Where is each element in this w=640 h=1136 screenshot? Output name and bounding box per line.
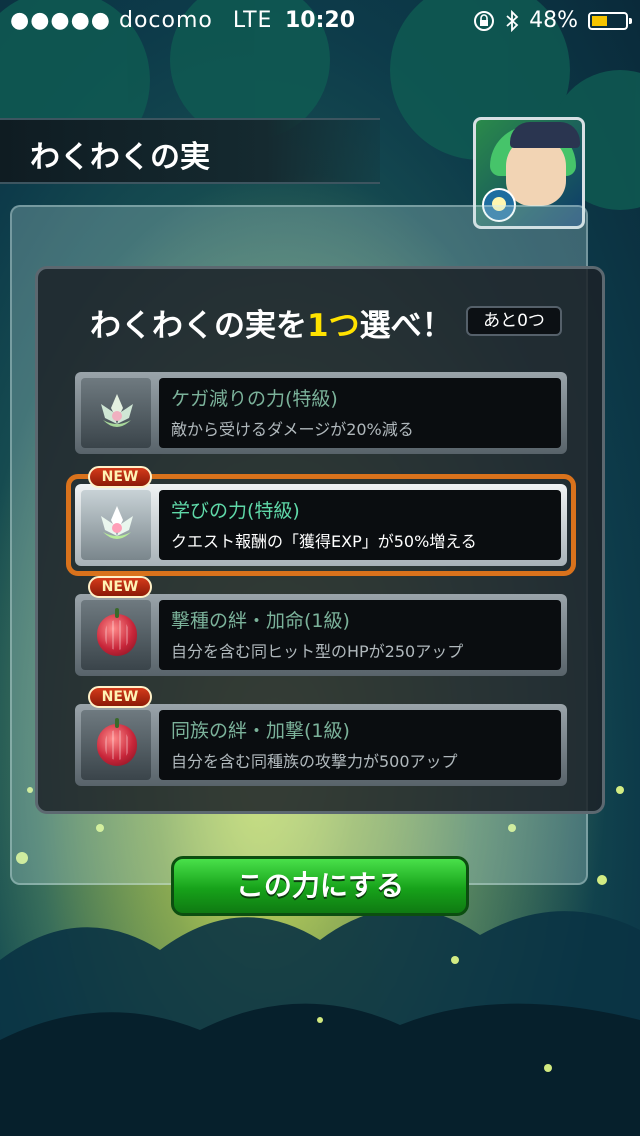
option-icon-frame — [81, 490, 151, 560]
screen-title-banner: わくわくの実 — [0, 118, 380, 184]
option-title: 撃種の絆・加命(1級) — [171, 610, 350, 632]
red-fruit-icon — [97, 718, 137, 766]
status-icons: 48% — [473, 8, 632, 33]
remaining-count-badge: あと0つ — [466, 306, 562, 336]
lotus-fruit-icon — [101, 394, 133, 427]
prompt-suffix: 選べ！ — [359, 308, 453, 344]
option-icon-frame — [81, 378, 151, 448]
option-text-box: 撃種の絆・加命(1級) 自分を含む同ヒット型のHPが250アップ — [159, 600, 561, 670]
option-item-exp-boost[interactable]: 学びの力(特級) クエスト報酬の「獲得EXP」が50%増える — [75, 484, 567, 566]
status-bar: ●●●●● docomo LTE 10:20 48% — [0, 0, 640, 40]
confirm-button[interactable]: この力にする — [171, 856, 469, 916]
screen-title: わくわくの実 — [30, 140, 210, 175]
option-text-box: 学びの力(特級) クエスト報酬の「獲得EXP」が50%増える — [159, 490, 561, 560]
option-title: 同族の絆・加撃(1級) — [171, 720, 350, 742]
option-description: 自分を含む同ヒット型のHPが250アップ — [171, 642, 464, 661]
new-badge: NEW — [88, 466, 152, 488]
battery-icon — [588, 11, 632, 30]
option-title: 学びの力(特級) — [171, 500, 300, 522]
battery-percent: 48% — [529, 8, 578, 33]
option-item-hp-bond[interactable]: 撃種の絆・加命(1級) 自分を含む同ヒット型のHPが250アップ — [75, 594, 567, 676]
option-text-box: 同族の絆・加撃(1級) 自分を含む同種族の攻撃力が500アップ — [159, 710, 561, 780]
option-item-damage-reduction[interactable]: ケガ減りの力(特級) 敵から受けるダメージが20%減る — [75, 372, 567, 454]
red-fruit-icon — [97, 608, 137, 656]
option-title: ケガ減りの力(特級) — [171, 388, 338, 410]
option-text-box: ケガ減りの力(特級) 敵から受けるダメージが20%減る — [159, 378, 561, 448]
option-item-attack-bond[interactable]: 同族の絆・加撃(1級) 自分を含む同種族の攻撃力が500アップ — [75, 704, 567, 786]
new-badge: NEW — [88, 576, 152, 598]
new-badge: NEW — [88, 686, 152, 708]
battery-fill — [592, 15, 607, 26]
prompt-prefix: わくわくの実を — [90, 308, 307, 344]
rotation-lock-icon — [474, 10, 495, 31]
selection-prompt: わくわくの実を1つ選べ！ — [90, 300, 453, 345]
option-description: 自分を含む同種族の攻撃力が500アップ — [171, 752, 458, 771]
prompt-count: 1つ — [307, 308, 360, 344]
option-icon-frame — [81, 710, 151, 780]
option-icon-frame — [81, 600, 151, 670]
option-description: クエスト報酬の「獲得EXP」が50%増える — [171, 532, 477, 551]
lotus-fruit-icon — [101, 506, 133, 539]
bluetooth-icon — [506, 9, 519, 32]
option-description: 敵から受けるダメージが20%減る — [171, 420, 414, 439]
avatar-hat — [510, 122, 580, 148]
